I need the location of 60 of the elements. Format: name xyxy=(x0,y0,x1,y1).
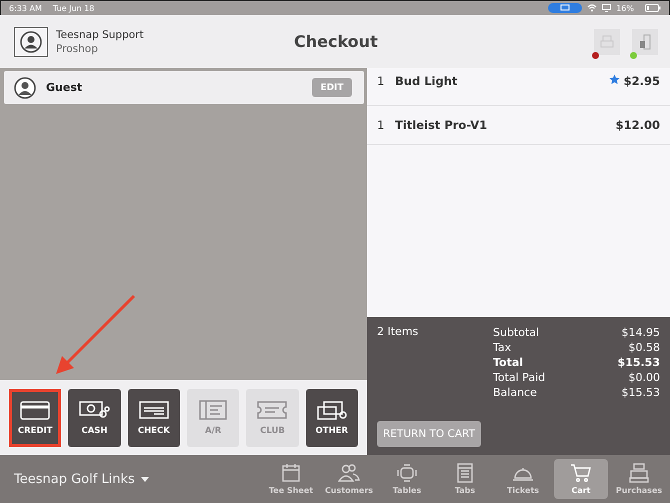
total-label: Tax xyxy=(493,340,512,355)
item-quantity: 1 xyxy=(377,74,386,88)
register-icon xyxy=(628,463,650,483)
item-count: 2 Items xyxy=(377,325,420,340)
ledger-icon xyxy=(197,399,230,421)
status-date: Tue Jun 18 xyxy=(52,4,94,12)
nav-tab[interactable]: Tables xyxy=(380,459,434,499)
total-label: Total xyxy=(493,355,524,370)
nav-tab[interactable]: Cart xyxy=(554,459,608,499)
total-value: $15.53 xyxy=(618,355,660,370)
payment-method-button[interactable]: CREDIT xyxy=(9,388,62,446)
item-name: Bud Light xyxy=(395,74,458,88)
return-to-cart-button[interactable]: RETURN TO CART xyxy=(377,421,481,447)
cart-item-row[interactable]: 1 Bud Light $2.95 xyxy=(367,68,670,106)
nav-tab[interactable]: Tickets xyxy=(496,459,550,499)
course-selector[interactable]: Teesnap Golf Links xyxy=(14,472,149,486)
ticket-icon xyxy=(256,399,288,421)
card-icon xyxy=(19,399,52,421)
user-avatar-icon xyxy=(20,30,42,52)
total-label: Subtotal xyxy=(493,325,540,340)
printer-icon xyxy=(600,34,614,48)
wifi-icon xyxy=(587,4,598,12)
nav-tab[interactable]: Tabs xyxy=(438,459,492,499)
nav-tab[interactable]: Purchases xyxy=(612,459,666,499)
battery-percent: 16% xyxy=(616,4,634,12)
drawer-icon xyxy=(638,34,652,50)
status-time: 6:33 AM xyxy=(9,4,42,12)
total-value: $0.00 xyxy=(628,370,660,385)
payment-method-button[interactable]: CHECK xyxy=(128,388,180,446)
payment-method-button[interactable]: CASH xyxy=(68,388,121,446)
user-avatar-button[interactable] xyxy=(14,26,48,56)
item-price: $12.00 xyxy=(616,118,660,132)
total-label: Total Paid xyxy=(493,370,546,385)
cart-icon xyxy=(570,463,592,483)
payment-method-button[interactable]: OTHER xyxy=(306,388,358,446)
people-icon xyxy=(338,463,360,483)
total-label: Balance xyxy=(493,385,537,400)
user-role: Proshop xyxy=(56,42,99,56)
item-quantity: 1 xyxy=(377,118,386,132)
nav-tab[interactable]: Customers xyxy=(322,459,376,499)
item-name: Titleist Pro-V1 xyxy=(395,118,488,132)
edit-button[interactable]: EDIT xyxy=(312,78,352,97)
user-name: Teesnap Support xyxy=(56,28,144,42)
total-value: $14.95 xyxy=(622,325,660,340)
cart-item-row[interactable]: 1 Titleist Pro-V1 $12.00 xyxy=(367,106,670,145)
table-icon xyxy=(396,463,418,483)
page-title: Checkout xyxy=(294,32,379,51)
calendar-icon xyxy=(280,463,302,483)
customer-avatar-icon xyxy=(14,76,36,98)
total-value: $15.53 xyxy=(622,385,660,400)
monitor-icon xyxy=(602,4,612,12)
total-value: $0.58 xyxy=(628,340,660,355)
item-price: $2.95 xyxy=(624,74,660,88)
nav-tab[interactable]: Tee Sheet xyxy=(264,459,318,499)
customer-name: Guest xyxy=(46,81,82,94)
screen-mirroring-icon xyxy=(548,3,582,13)
check-icon xyxy=(138,399,170,421)
caret-icon xyxy=(140,476,149,482)
cards-icon xyxy=(316,399,348,421)
battery-icon xyxy=(645,4,661,12)
